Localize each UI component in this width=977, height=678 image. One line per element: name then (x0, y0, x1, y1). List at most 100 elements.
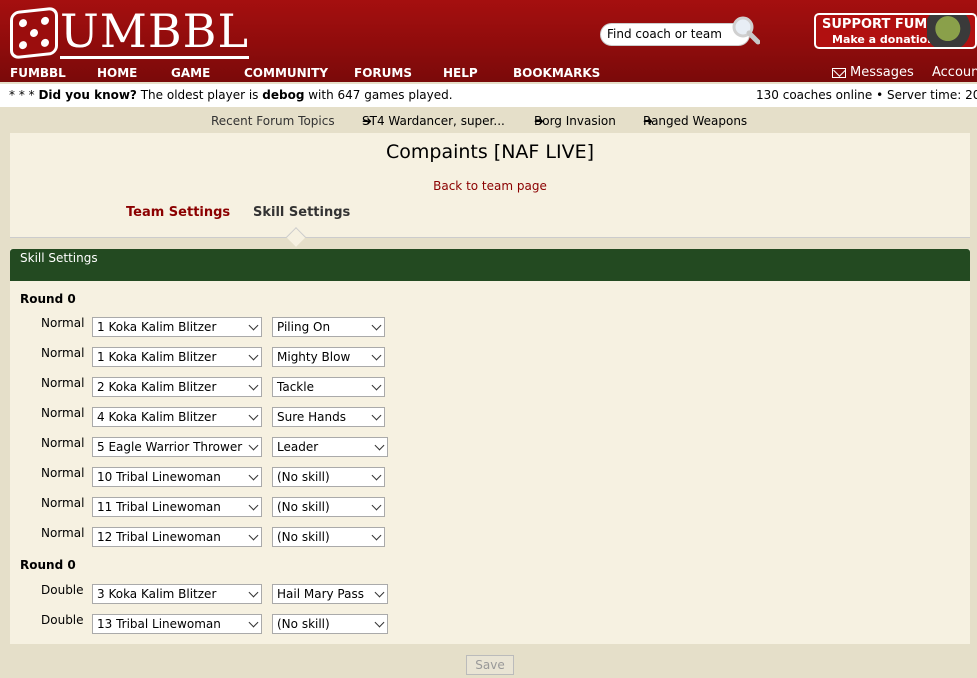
player-select-value: 1 Koka Kalim Blitzer (97, 350, 217, 364)
player-select[interactable]: 3 Koka Kalim Blitzer (92, 584, 262, 604)
nav-fumbbl[interactable]: FUMBBL (10, 66, 66, 80)
tab-team-settings[interactable]: Team Settings (126, 205, 230, 220)
player-select[interactable]: 10 Tribal Linewoman (92, 467, 262, 487)
search-icon[interactable] (730, 15, 760, 45)
info-bar: * * * Did you know? The oldest player is… (0, 84, 977, 107)
back-to-team-link[interactable]: Back to team page (10, 179, 970, 193)
chevron-down-icon (248, 440, 259, 451)
nav-account[interactable]: Account (932, 65, 977, 80)
server-status: 130 coaches online • Server time: 20:4 (756, 88, 977, 102)
did-you-know-label: Did you know? (38, 88, 137, 102)
skill-type: Double (41, 583, 84, 597)
skill-type: Normal (41, 346, 85, 360)
player-select-value: 5 Eagle Warrior Thrower (97, 440, 243, 454)
player-select-value: 2 Koka Kalim Blitzer (97, 380, 217, 394)
chevron-down-icon (248, 500, 259, 511)
player-select-value: 10 Tribal Linewoman (97, 470, 221, 484)
skill-type: Normal (41, 406, 85, 420)
skill-select[interactable]: Hail Mary Pass (272, 584, 388, 604)
search-input[interactable]: Find coach or team (600, 23, 750, 46)
player-select-value: 3 Koka Kalim Blitzer (97, 587, 217, 601)
chevron-down-icon (248, 530, 259, 541)
skill-select[interactable]: (No skill) (272, 527, 385, 547)
skill-row: Normal 5 Eagle Warrior Thrower Leader (10, 436, 970, 459)
chevron-down-icon (371, 530, 382, 541)
skill-select[interactable]: (No skill) (272, 614, 388, 634)
skill-type: Normal (41, 316, 85, 330)
active-tab-pointer (286, 227, 306, 247)
round-label: Round 0 (20, 292, 76, 306)
chevron-down-icon (374, 587, 385, 598)
mail-icon (832, 68, 846, 78)
forum-topic-title: Borg Invasion (534, 114, 616, 128)
nav-messages[interactable]: Messages (850, 65, 914, 80)
skill-select-value: Sure Hands (277, 410, 346, 424)
section-header: Skill Settings (10, 249, 970, 281)
page-title: Compaints [NAF LIVE] (385, 141, 594, 163)
support-banner[interactable]: SUPPORT FUMBBL Make a donation (814, 13, 977, 49)
team-panel: Compaints [NAF LIVE] Back to team page T… (10, 133, 970, 247)
skill-select-value: (No skill) (277, 470, 330, 484)
skill-row: Normal 2 Koka Kalim Blitzer Tackle (10, 376, 970, 399)
player-select[interactable]: 11 Tribal Linewoman (92, 497, 262, 517)
skill-select-value: Mighty Blow (277, 350, 351, 364)
dice-icon (10, 6, 58, 60)
skill-select-value: Hail Mary Pass (277, 587, 364, 601)
skill-select-value: Leader (277, 440, 319, 454)
chevron-down-icon (374, 617, 385, 628)
chevron-down-icon (371, 410, 382, 421)
skill-row: Double 3 Koka Kalim Blitzer Hail Mary Pa… (10, 583, 970, 606)
chevron-down-icon (248, 587, 259, 598)
skill-row: Normal 12 Tribal Linewoman (No skill) (10, 526, 970, 549)
chevron-down-icon (248, 350, 259, 361)
skill-select[interactable]: Sure Hands (272, 407, 385, 427)
skill-select[interactable]: Leader (272, 437, 388, 457)
nav-forums[interactable]: FORUMS (354, 66, 412, 80)
skill-select[interactable]: Piling On (272, 317, 385, 337)
skill-select-value: (No skill) (277, 617, 330, 631)
player-select-value: 13 Tribal Linewoman (97, 617, 221, 631)
player-select[interactable]: 12 Tribal Linewoman (92, 527, 262, 547)
skill-type: Normal (41, 376, 85, 390)
player-select[interactable]: 13 Tribal Linewoman (92, 614, 262, 634)
skill-type: Normal (41, 496, 85, 510)
info-prefix: * * * (9, 88, 39, 102)
nav-help[interactable]: HELP (443, 66, 478, 80)
player-select[interactable]: 1 Koka Kalim Blitzer (92, 347, 262, 367)
player-select[interactable]: 5 Eagle Warrior Thrower (92, 437, 262, 457)
chevron-down-icon (248, 380, 259, 391)
skill-row: Normal 11 Tribal Linewoman (No skill) (10, 496, 970, 519)
skill-row: Normal 4 Koka Kalim Blitzer Sure Hands (10, 406, 970, 429)
skill-select-value: Tackle (277, 380, 314, 394)
skill-select[interactable]: (No skill) (272, 497, 385, 517)
player-select[interactable]: 4 Koka Kalim Blitzer (92, 407, 262, 427)
nav-community[interactable]: COMMUNITY (244, 66, 328, 80)
chevron-down-icon (371, 470, 382, 481)
nav-home[interactable]: HOME (97, 66, 137, 80)
site-header: UMBBL Find coach or team SUPPORT FUMBBL … (0, 0, 977, 82)
skill-row: Double 13 Tribal Linewoman (No skill) (10, 613, 970, 636)
skill-select[interactable]: (No skill) (272, 467, 385, 487)
player-select-value: 12 Tribal Linewoman (97, 530, 221, 544)
recent-forum-topics: Recent Forum Topics ➜ ST4 Wardancer, supe… (0, 110, 977, 132)
chevron-down-icon (371, 500, 382, 511)
fumbbl-logo[interactable]: UMBBL (10, 6, 250, 60)
skill-select-value: (No skill) (277, 530, 330, 544)
chevron-down-icon (371, 380, 382, 391)
save-button[interactable]: Save (466, 655, 514, 675)
info-player[interactable]: debog (262, 88, 304, 102)
player-select-value: 11 Tribal Linewoman (97, 500, 221, 514)
tab-skill-settings[interactable]: Skill Settings (253, 205, 350, 220)
skill-select[interactable]: Tackle (272, 377, 385, 397)
skill-row: Normal 1 Koka Kalim Blitzer Piling On (10, 316, 970, 339)
forum-topics-label: Recent Forum Topics (211, 114, 335, 128)
skill-select[interactable]: Mighty Blow (272, 347, 385, 367)
player-select[interactable]: 1 Koka Kalim Blitzer (92, 317, 262, 337)
chevron-down-icon (248, 320, 259, 331)
skill-type: Normal (41, 526, 85, 540)
chevron-down-icon (248, 617, 259, 628)
nav-game[interactable]: GAME (171, 66, 210, 80)
nav-bookmarks[interactable]: BOOKMARKS (513, 66, 600, 80)
info-text2: with 647 games played. (304, 88, 453, 102)
player-select[interactable]: 2 Koka Kalim Blitzer (92, 377, 262, 397)
